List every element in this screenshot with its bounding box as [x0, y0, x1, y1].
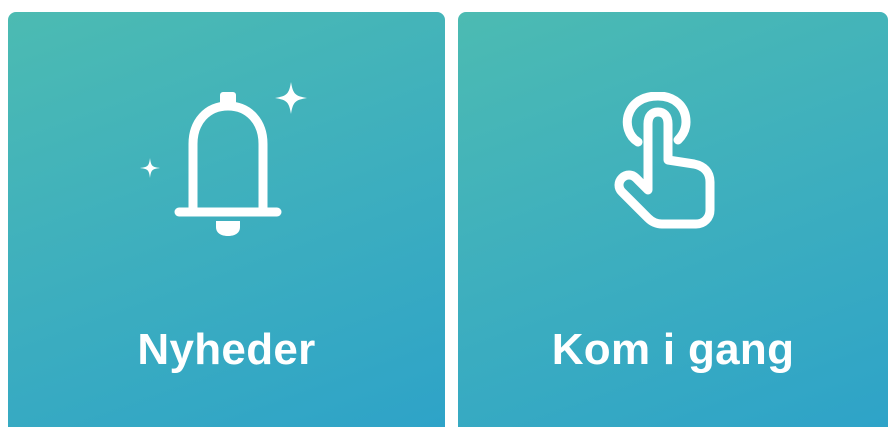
news-tile-label: Nyheder: [137, 325, 316, 374]
get-started-tile-label: Kom i gang: [551, 325, 795, 374]
news-tile[interactable]: Nyheder: [8, 12, 445, 427]
tile-grid: Nyheder Kom i gang: [0, 0, 888, 427]
get-started-tile[interactable]: Kom i gang: [458, 12, 888, 427]
bell-with-sparkles-icon: [140, 82, 307, 236]
tap-hand-icon: [614, 92, 715, 229]
